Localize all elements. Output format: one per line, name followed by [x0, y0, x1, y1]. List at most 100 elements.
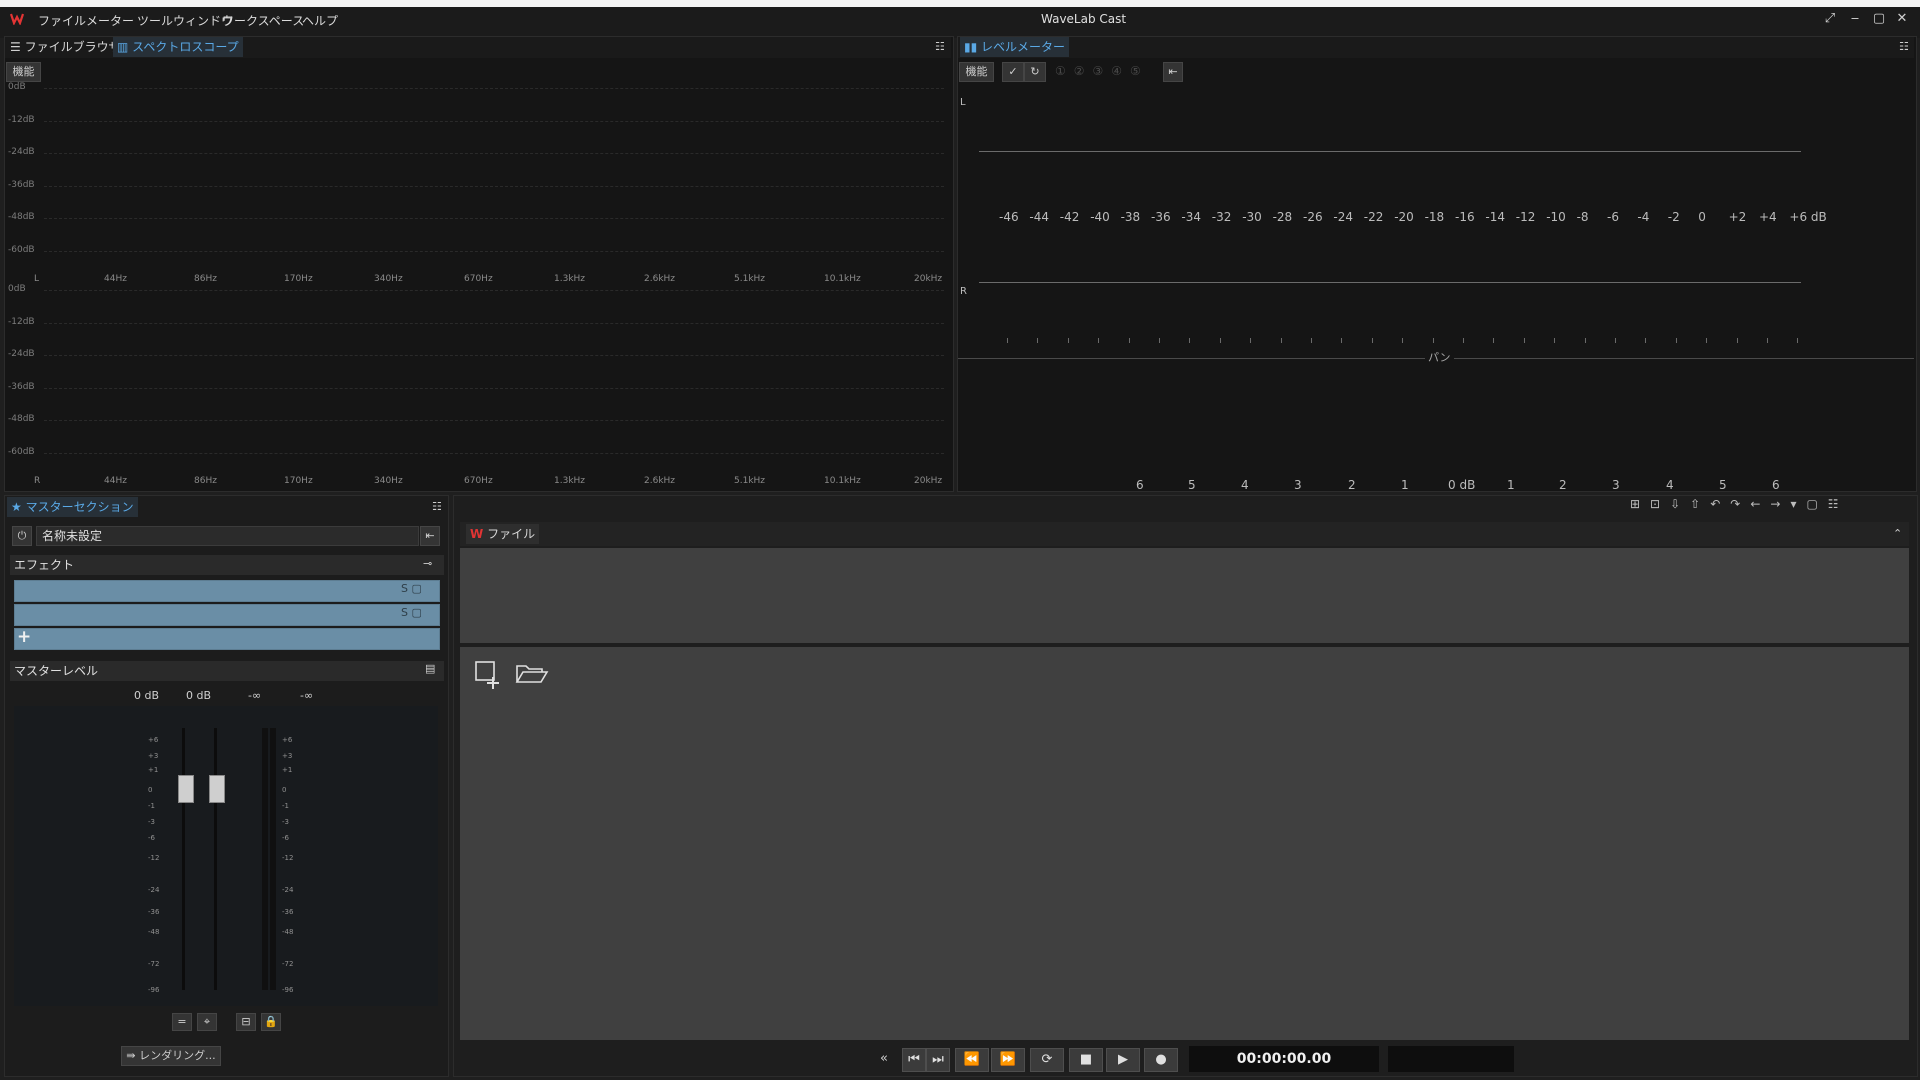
spectroscope-freq-label: 10.1kHz	[824, 476, 861, 486]
level-tick	[1554, 338, 1556, 343]
peak-value-left: -∞	[248, 689, 262, 702]
render-button[interactable]: ⇛ レンダリング...	[121, 1046, 221, 1066]
spectroscope-db-label: -48dB	[8, 414, 35, 424]
level-scale-label: -30	[1242, 210, 1262, 224]
spectroscope-gridline	[44, 218, 944, 219]
lock-icon[interactable]: 🔒	[261, 1013, 281, 1031]
spectroscope-freq-label: 2.6kHz	[644, 476, 676, 486]
pan-scale-label: 5	[1719, 478, 1727, 492]
effect-slot-2-icons[interactable]: S ▢	[401, 606, 422, 619]
effect-slot-2[interactable]	[14, 604, 440, 626]
menu-meter[interactable]: メーター	[86, 12, 134, 29]
level-scale-label: +4	[1759, 210, 1777, 224]
pan-scale-label: 1	[1507, 478, 1515, 492]
power-icon[interactable]: ⏻	[12, 526, 32, 546]
level-meter-function-button[interactable]: 機能	[959, 62, 994, 82]
master-panel-menu-icon[interactable]: ☷	[432, 500, 442, 513]
stop-icon[interactable]: ■	[1069, 1048, 1103, 1072]
level-scale-label: -38	[1120, 210, 1141, 224]
fast-forward-icon[interactable]: ⏩	[991, 1048, 1025, 1072]
go-to-end-icon[interactable]: ⏭	[926, 1048, 950, 1072]
spectroscope-gridline	[44, 420, 944, 421]
loop-icon[interactable]: ⟳	[1030, 1048, 1064, 1072]
effects-toggle-icon[interactable]: ⊸	[423, 557, 432, 570]
go-to-start-icon[interactable]: ⏮	[902, 1048, 926, 1072]
render-button-label: レンダリング...	[139, 1049, 216, 1062]
menu-tool-window[interactable]: ツールウィンドウ	[137, 12, 233, 29]
fader-handle-right[interactable]	[209, 775, 225, 803]
panel-menu-icon[interactable]: ☷	[935, 40, 945, 53]
transport-collapse-icon[interactable]: «	[880, 1051, 888, 1066]
spectroscope-gridline	[44, 250, 944, 252]
collapse-icon[interactable]: ⌃	[1893, 527, 1902, 540]
level-tick	[1736, 338, 1738, 343]
pan-scale-label: 0 dB	[1448, 478, 1476, 492]
fader-scale-label: 0	[148, 786, 153, 794]
rewind-icon[interactable]: ⏪	[955, 1048, 989, 1072]
add-effect-icon[interactable]: +	[17, 627, 31, 647]
check-icon[interactable]: ✓	[1002, 62, 1024, 82]
spectroscope-db-label: -24dB	[8, 349, 35, 359]
menu-workspace[interactable]: ワークスペース	[222, 12, 304, 29]
record-icon[interactable]: ●	[1144, 1048, 1178, 1072]
spectroscope-gridline	[44, 120, 944, 122]
file-tabbar	[460, 522, 1909, 546]
mono-icon[interactable]: ⊟	[236, 1013, 256, 1031]
level-tick	[1159, 338, 1160, 343]
spectroscope-gridline	[44, 88, 944, 89]
spectroscope-freq-label: 170Hz	[284, 274, 313, 284]
level-scale-label: -40	[1090, 210, 1110, 224]
pan-label: パン	[1425, 349, 1454, 365]
fader-scale-label: -36	[282, 908, 294, 916]
spectroscope-db-label: -60dB	[8, 244, 35, 255]
fullscreen-icon[interactable]: ⤢	[1822, 11, 1838, 27]
fader-scale-label: +3	[282, 752, 293, 760]
reset-icon[interactable]: ↻	[1024, 62, 1046, 82]
spectroscope-db-label: -24dB	[8, 147, 35, 157]
peak-meter-right	[270, 728, 276, 990]
menu-file[interactable]: ファイル	[38, 12, 86, 29]
tab-master-section[interactable]: ★ マスターセクション	[7, 497, 138, 517]
time-display[interactable]: 00:00:00.00	[1189, 1046, 1379, 1072]
tab-spectroscope[interactable]: ▥ スペクトロスコープ	[113, 37, 243, 57]
master-level-header: マスターレベル	[10, 661, 444, 681]
fader-scale-label: -3	[148, 818, 155, 826]
level-tick	[1706, 338, 1708, 343]
menu-help[interactable]: ヘルプ	[302, 12, 338, 29]
master-level-toggle-icon[interactable]: ▤	[425, 662, 435, 675]
open-folder-icon[interactable]	[515, 660, 549, 688]
tab-level-meter[interactable]: ▮▮ レベルメーター	[960, 37, 1070, 57]
link-faders-icon[interactable]: =	[172, 1013, 192, 1031]
level-value-right: 0 dB	[186, 689, 212, 702]
level-scale-label: -28	[1272, 210, 1293, 224]
tab-spectroscope-label: スペクトロスコープ	[132, 40, 239, 54]
level-meter-l-bar	[979, 151, 1801, 152]
tab-file-label: ファイル	[487, 527, 536, 541]
minimize-icon[interactable]: ‒	[1847, 11, 1863, 27]
spectroscope-display: 0dB -12dB -24dB -36dB -48dB -60dB L 44Hz 86Hz 170…	[4, 82, 952, 490]
spectroscope-function-button[interactable]: 機能	[6, 62, 41, 82]
new-file-icon[interactable]	[474, 660, 504, 690]
channel-r-label: R	[960, 286, 967, 297]
level-tick	[1007, 338, 1008, 343]
workspace-toolbar-icons[interactable]: ⊞⊡⇩⇧↶↷←→▾▢☷	[1630, 497, 1849, 511]
dither-icon[interactable]: ⌖	[197, 1013, 217, 1031]
preset-menu-icon[interactable]: ⇤	[420, 526, 440, 546]
effect-add-slot[interactable]	[14, 628, 440, 650]
level-scale-label: -2	[1667, 210, 1680, 224]
tab-file[interactable]: W ファイル	[466, 524, 540, 544]
preset-name-field[interactable]: 名称未設定	[36, 526, 419, 546]
maximize-icon[interactable]: ▢	[1871, 11, 1887, 27]
level-scale-label: -36	[1151, 210, 1171, 224]
collapse-left-icon[interactable]: ⇤	[1163, 62, 1183, 82]
bar-chart-icon: ▥	[117, 40, 129, 54]
level-scale-label: -24	[1333, 210, 1353, 224]
fader-handle-left[interactable]	[178, 775, 194, 803]
effect-slot-1-icons[interactable]: S ▢	[401, 582, 422, 595]
spectroscope-channel-l: L	[34, 274, 40, 284]
effect-slot-1[interactable]	[14, 580, 440, 602]
fader-scale-label: +1	[282, 766, 293, 774]
play-icon[interactable]: ▶	[1106, 1048, 1140, 1072]
level-panel-menu-icon[interactable]: ☷	[1899, 40, 1909, 53]
close-icon[interactable]: ✕	[1894, 11, 1910, 27]
